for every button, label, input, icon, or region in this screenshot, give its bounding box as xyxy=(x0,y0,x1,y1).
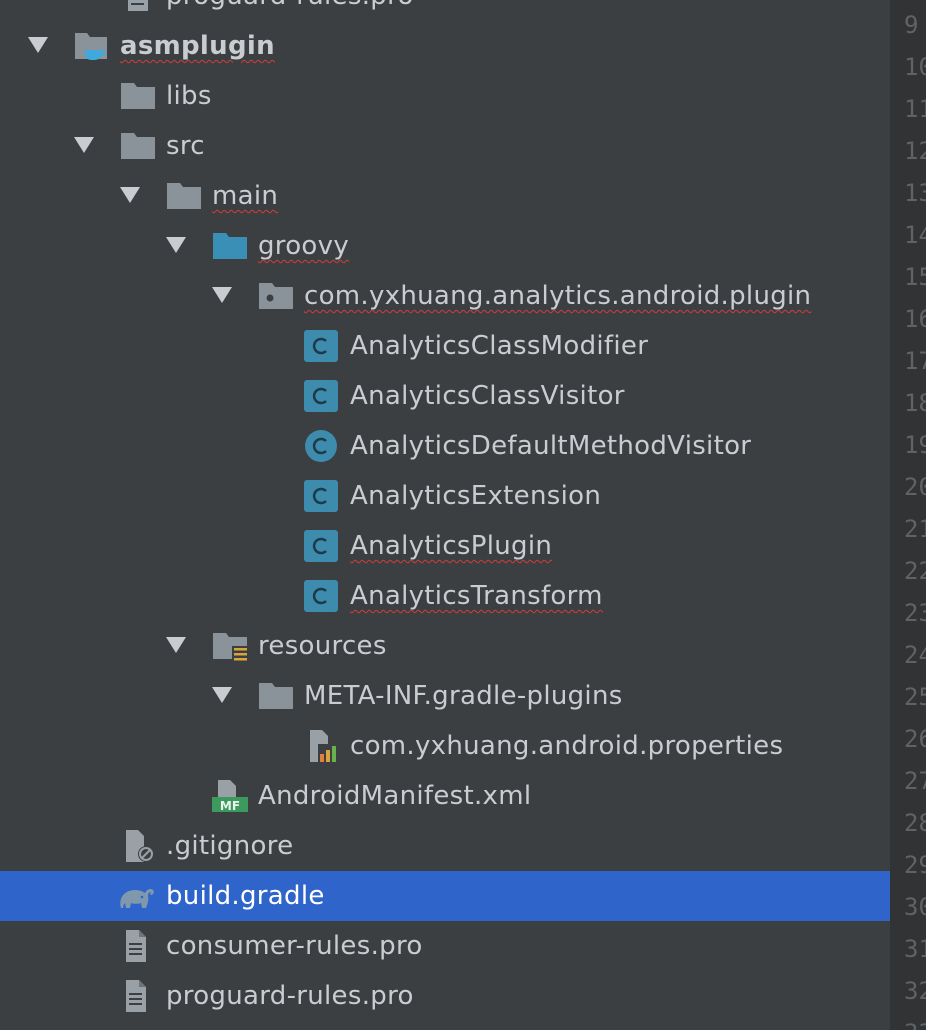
line-number: 31 xyxy=(904,935,926,963)
tree-row-class[interactable]: AnalyticsTransform xyxy=(0,571,890,621)
tree-row-class[interactable]: AnalyticsDefaultMethodVisitor xyxy=(0,421,890,471)
editor-line-number-gutter: 9 10 11 12 13 14 15 16 17 18 19 20 21 22… xyxy=(890,0,926,1030)
tree-item-label: META-INF.gradle-plugins xyxy=(304,681,623,711)
package-icon xyxy=(258,280,294,312)
groovy-class-icon xyxy=(304,580,340,612)
line-number: 20 xyxy=(904,473,926,501)
line-number: 22 xyxy=(904,557,926,585)
line-number: 32 xyxy=(904,977,926,1005)
text-file-icon xyxy=(120,930,156,962)
line-number: 29 xyxy=(904,851,926,879)
tree-item-label: src xyxy=(166,131,205,161)
tree-row-src[interactable]: src xyxy=(0,121,890,171)
class-icon xyxy=(304,430,340,462)
folder-icon xyxy=(258,680,294,712)
folder-icon xyxy=(166,180,202,212)
tree-item-label: resources xyxy=(258,631,387,661)
tree-row-groovy[interactable]: groovy xyxy=(0,221,890,271)
tree-item-label: proguard-rules.pro xyxy=(166,0,414,13)
line-number: 25 xyxy=(904,683,926,711)
tree-item-label: AnalyticsClassVisitor xyxy=(350,381,625,411)
folder-icon xyxy=(120,130,156,162)
tree-item-label: main xyxy=(212,181,279,211)
gradle-icon xyxy=(118,880,154,912)
line-number: 26 xyxy=(904,725,926,753)
tree-row-gitignore[interactable]: .gitignore xyxy=(0,821,890,871)
line-number: 12 xyxy=(904,137,926,165)
tree-row-class[interactable]: AnalyticsPlugin xyxy=(0,521,890,571)
tree-row-manifest[interactable]: MF AndroidManifest.xml xyxy=(0,771,890,821)
project-tree: proguard-rules.pro asmplugin libs src xyxy=(0,0,890,1030)
line-number: 33 xyxy=(904,1018,926,1030)
expand-arrow-icon[interactable] xyxy=(165,635,187,655)
line-number: 14 xyxy=(904,221,926,249)
groovy-class-icon xyxy=(304,330,340,362)
source-folder-icon xyxy=(212,230,248,262)
text-file-icon xyxy=(120,980,156,1012)
tree-item-label: .gitignore xyxy=(166,831,294,861)
line-number: 16 xyxy=(904,305,926,333)
tree-row-consumer-rules[interactable]: consumer-rules.pro xyxy=(0,921,890,971)
line-number: 9 xyxy=(904,11,919,39)
tree-item-label: AnalyticsExtension xyxy=(350,481,602,511)
tree-row-build-gradle[interactable]: build.gradle xyxy=(0,871,890,921)
expand-arrow-icon[interactable] xyxy=(165,235,187,255)
svg-text:MF: MF xyxy=(220,799,240,812)
module-folder-icon xyxy=(73,30,109,62)
line-number: 10 xyxy=(904,53,926,81)
tree-row-libs[interactable]: libs xyxy=(0,71,890,121)
line-number: 19 xyxy=(904,431,926,459)
groovy-class-icon xyxy=(304,380,340,412)
tree-row-resources[interactable]: resources xyxy=(0,621,890,671)
expand-arrow-icon[interactable] xyxy=(27,35,49,55)
expand-arrow-icon[interactable] xyxy=(119,185,141,205)
groovy-class-icon xyxy=(304,480,340,512)
line-number: 24 xyxy=(904,641,926,669)
line-number: 27 xyxy=(904,767,926,795)
tree-item-label: com.yxhuang.analytics.android.plugin xyxy=(304,281,812,311)
line-number: 15 xyxy=(904,263,926,291)
line-number: 13 xyxy=(904,179,926,207)
line-number: 18 xyxy=(904,389,926,417)
line-number: 21 xyxy=(904,515,926,543)
tree-row-class[interactable]: AnalyticsExtension xyxy=(0,471,890,521)
tree-row-meta-inf[interactable]: META-INF.gradle-plugins xyxy=(0,671,890,721)
line-number: 30 xyxy=(904,893,926,921)
tree-row-proguard-top[interactable]: proguard-rules.pro xyxy=(0,0,890,21)
tree-item-label: consumer-rules.pro xyxy=(166,931,423,961)
properties-file-icon xyxy=(304,730,340,762)
line-number: 23 xyxy=(904,599,926,627)
tree-row-proguard-rules[interactable]: proguard-rules.pro xyxy=(0,971,890,1021)
tree-item-label: proguard-rules.pro xyxy=(166,981,414,1011)
tree-row-properties[interactable]: com.yxhuang.android.properties xyxy=(0,721,890,771)
tree-row-asmplugin[interactable]: asmplugin xyxy=(0,21,890,71)
tree-item-label: AnalyticsTransform xyxy=(350,581,603,611)
text-file-icon xyxy=(120,0,156,12)
tree-row-package[interactable]: com.yxhuang.analytics.android.plugin xyxy=(0,271,890,321)
tree-item-label: AnalyticsClassModifier xyxy=(350,331,649,361)
tree-item-label: libs xyxy=(166,81,212,111)
tree-item-label: AnalyticsDefaultMethodVisitor xyxy=(350,431,752,461)
tree-row-class[interactable]: AnalyticsClassModifier xyxy=(0,321,890,371)
line-number: 28 xyxy=(904,809,926,837)
expand-arrow-icon[interactable] xyxy=(211,685,233,705)
manifest-icon: MF xyxy=(212,780,248,813)
tree-row-main[interactable]: main xyxy=(0,171,890,221)
line-number: 17 xyxy=(904,347,926,375)
tree-item-label: asmplugin xyxy=(120,31,275,61)
groovy-class-icon xyxy=(304,530,340,562)
expand-arrow-icon[interactable] xyxy=(73,135,95,155)
resources-folder-icon xyxy=(212,630,248,662)
ignore-file-icon xyxy=(120,830,156,862)
tree-item-label: com.yxhuang.android.properties xyxy=(350,731,784,761)
folder-icon xyxy=(120,80,156,112)
expand-arrow-icon[interactable] xyxy=(211,285,233,305)
tree-item-label: AndroidManifest.xml xyxy=(258,781,532,811)
tree-item-label: build.gradle xyxy=(166,881,325,911)
tree-item-label: AnalyticsPlugin xyxy=(350,531,553,561)
tree-item-label: groovy xyxy=(258,231,350,261)
tree-row-class[interactable]: AnalyticsClassVisitor xyxy=(0,371,890,421)
line-number: 11 xyxy=(904,95,926,123)
